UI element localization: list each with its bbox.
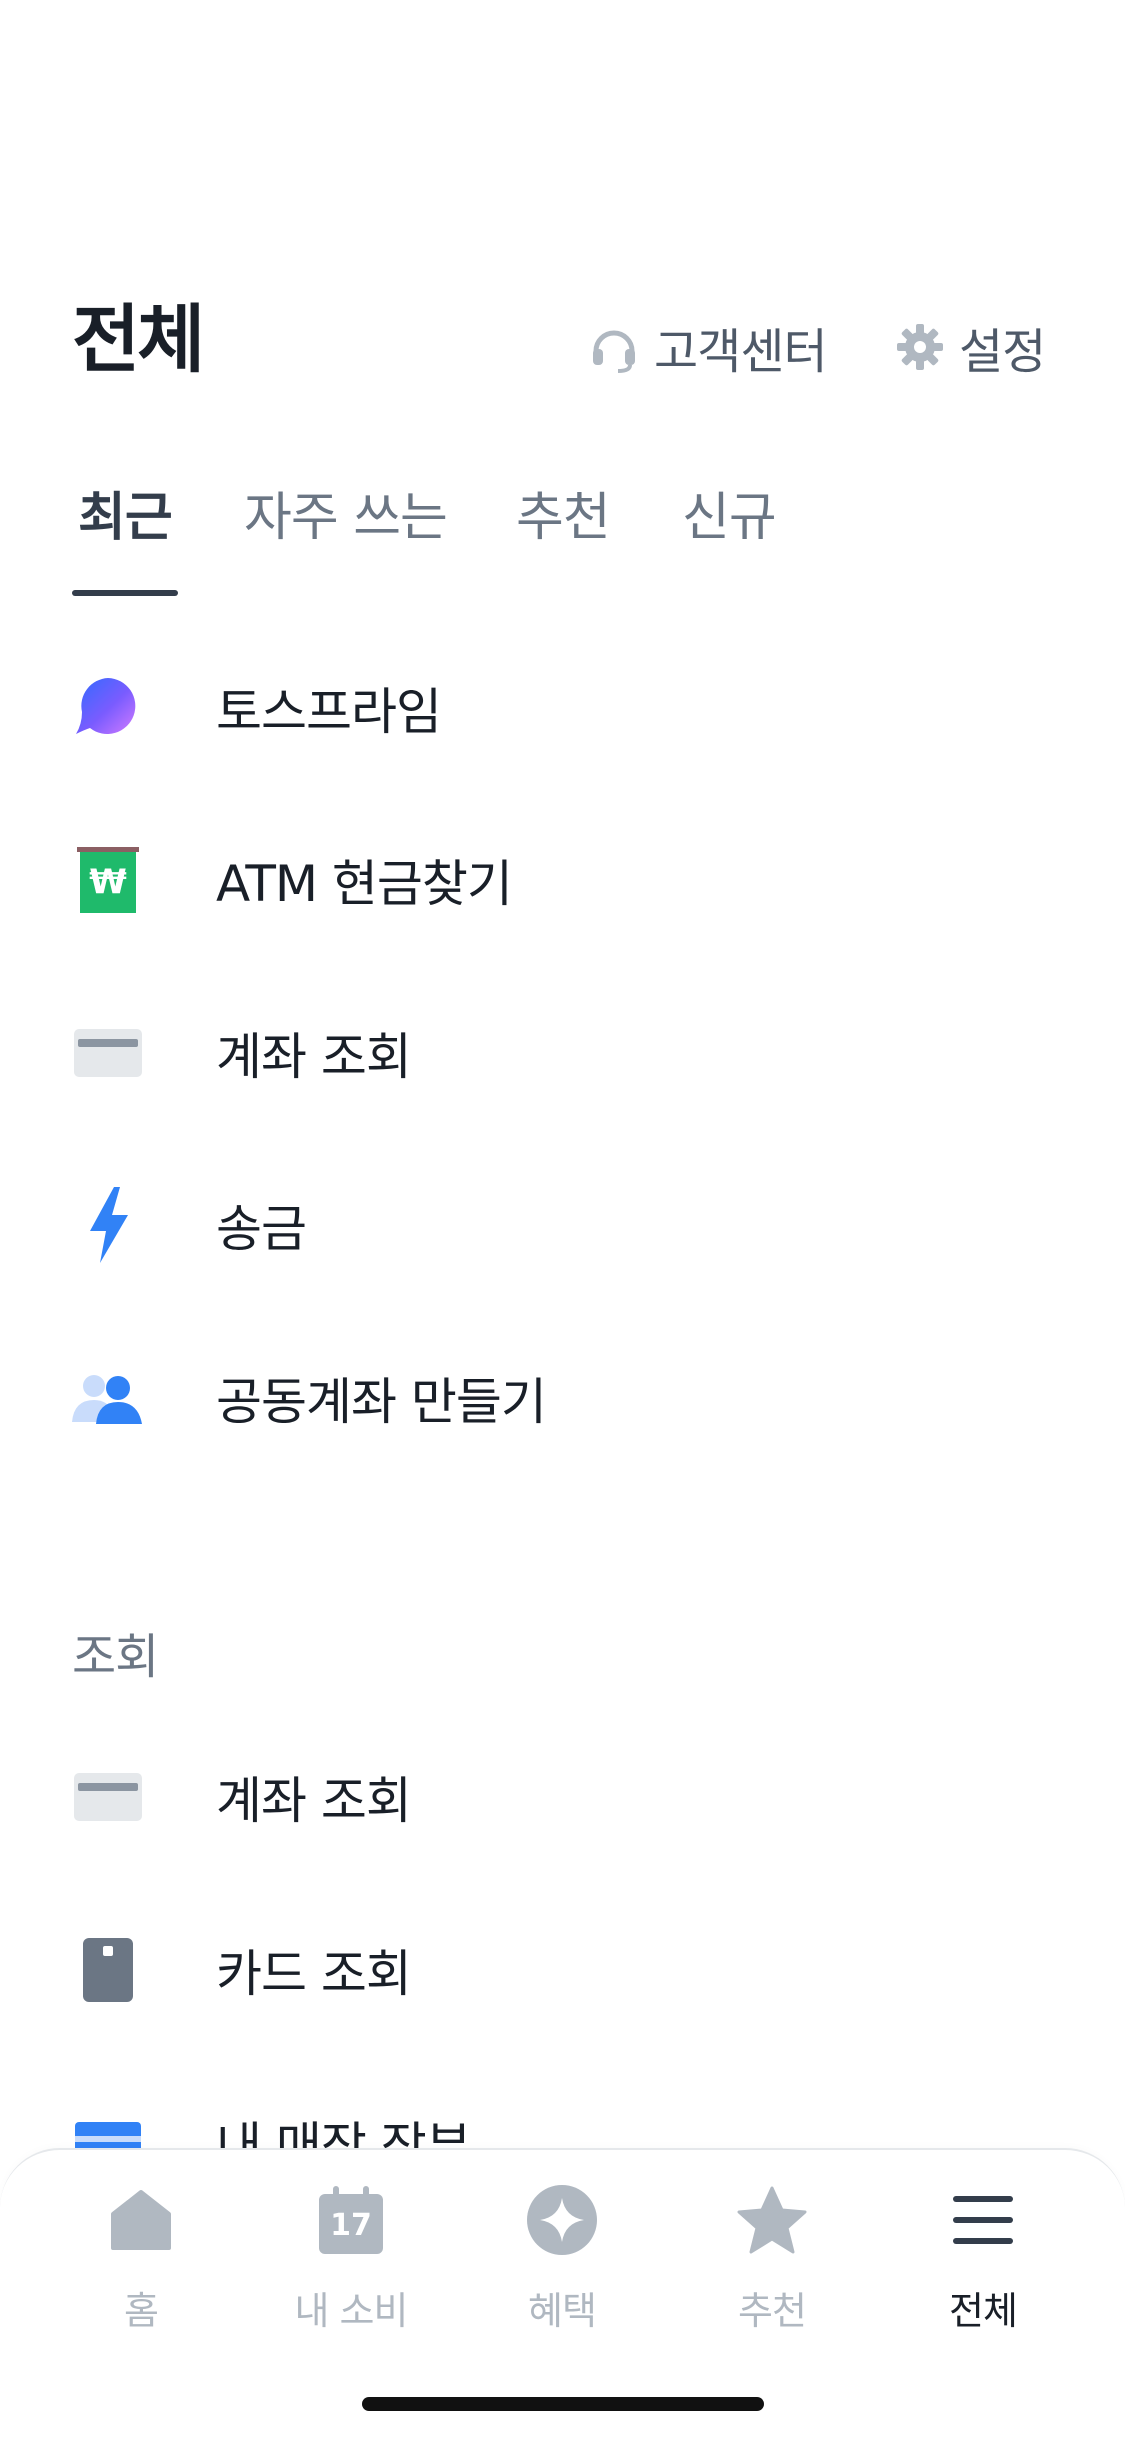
- tabbar-label: 내 소비: [294, 2289, 409, 2333]
- sparkle-icon: [526, 2178, 598, 2262]
- tabbar-benefits[interactable]: 혜택: [482, 2178, 642, 2335]
- account-card-icon: [72, 1017, 144, 1089]
- headset-icon: [588, 321, 640, 373]
- tabbar-label: 혜택: [528, 2289, 597, 2333]
- tab-recent[interactable]: 최근: [78, 478, 173, 558]
- list-item-toss-prime[interactable]: 토스프라임: [0, 633, 1125, 783]
- list-item-label: ATM 현금찾기: [216, 855, 513, 913]
- account-card-icon: [72, 1761, 144, 1833]
- calendar-day: 17: [330, 2208, 372, 2243]
- customer-center-label: 고객센터: [654, 324, 828, 380]
- settings-label: 설정: [959, 324, 1046, 380]
- bottom-tab-bar: 홈 17 내 소비 혜택 추천 전체: [0, 2148, 1125, 2438]
- list-item-label: 공동계좌 만들기: [216, 1373, 547, 1431]
- star-icon: [737, 2178, 807, 2262]
- list-item-card-inquiry[interactable]: 카드 조회: [0, 1895, 1125, 2045]
- tabbar-my-spending[interactable]: 17 내 소비: [271, 2178, 431, 2335]
- customer-center-button[interactable]: 고객센터: [588, 312, 828, 382]
- settings-button[interactable]: 설정: [895, 312, 1046, 382]
- tab-recommended[interactable]: 추천: [516, 478, 611, 558]
- list-item-label: 계좌 조회: [216, 1028, 412, 1086]
- list-item-transfer[interactable]: 송금: [0, 1150, 1125, 1300]
- list-item-atm[interactable]: ₩ ATM 현금찾기: [0, 805, 1125, 955]
- tabbar-home[interactable]: 홈: [61, 2178, 221, 2335]
- toss-prime-icon: [72, 672, 144, 744]
- people-icon: [72, 1362, 144, 1434]
- tabbar-label: 추천: [738, 2289, 807, 2333]
- list-item-account-inquiry[interactable]: 계좌 조회: [0, 978, 1125, 1128]
- tabbar-label: 전체: [949, 2289, 1018, 2333]
- list-item-joint-account[interactable]: 공동계좌 만들기: [0, 1323, 1125, 1473]
- home-indicator[interactable]: [362, 2397, 764, 2411]
- category-tabs: 최근 자주 쓰는 추천 신규: [72, 478, 1072, 598]
- tabbar-recommended[interactable]: 추천: [692, 2178, 852, 2335]
- list-item-account-inquiry[interactable]: 계좌 조회: [0, 1722, 1125, 1872]
- tab-new[interactable]: 신규: [682, 478, 777, 558]
- tabbar-label: 홈: [124, 2289, 159, 2333]
- list-item-label: 송금: [216, 1200, 307, 1258]
- atm-won-icon: ₩: [72, 844, 144, 916]
- tab-frequent[interactable]: 자주 쓰는: [244, 478, 448, 558]
- card-icon: [72, 1934, 144, 2006]
- calendar-icon: 17: [319, 2178, 383, 2262]
- list-item-label: 계좌 조회: [216, 1772, 412, 1830]
- svg-text:₩: ₩: [89, 862, 127, 902]
- page-title: 전체: [72, 297, 205, 383]
- tabbar-all[interactable]: 전체: [903, 2178, 1063, 2335]
- section-title-inquiry: 조회: [72, 1629, 159, 1685]
- list-item-label: 카드 조회: [216, 1945, 412, 2003]
- active-tab-indicator: [72, 590, 178, 596]
- lightning-icon: [72, 1187, 144, 1263]
- gear-icon: [895, 322, 945, 372]
- list-item-label: 토스프라임: [216, 683, 442, 741]
- header: 전체 고객센터 설정: [0, 290, 1125, 400]
- menu-icon: [953, 2178, 1013, 2262]
- home-icon: [109, 2178, 173, 2262]
